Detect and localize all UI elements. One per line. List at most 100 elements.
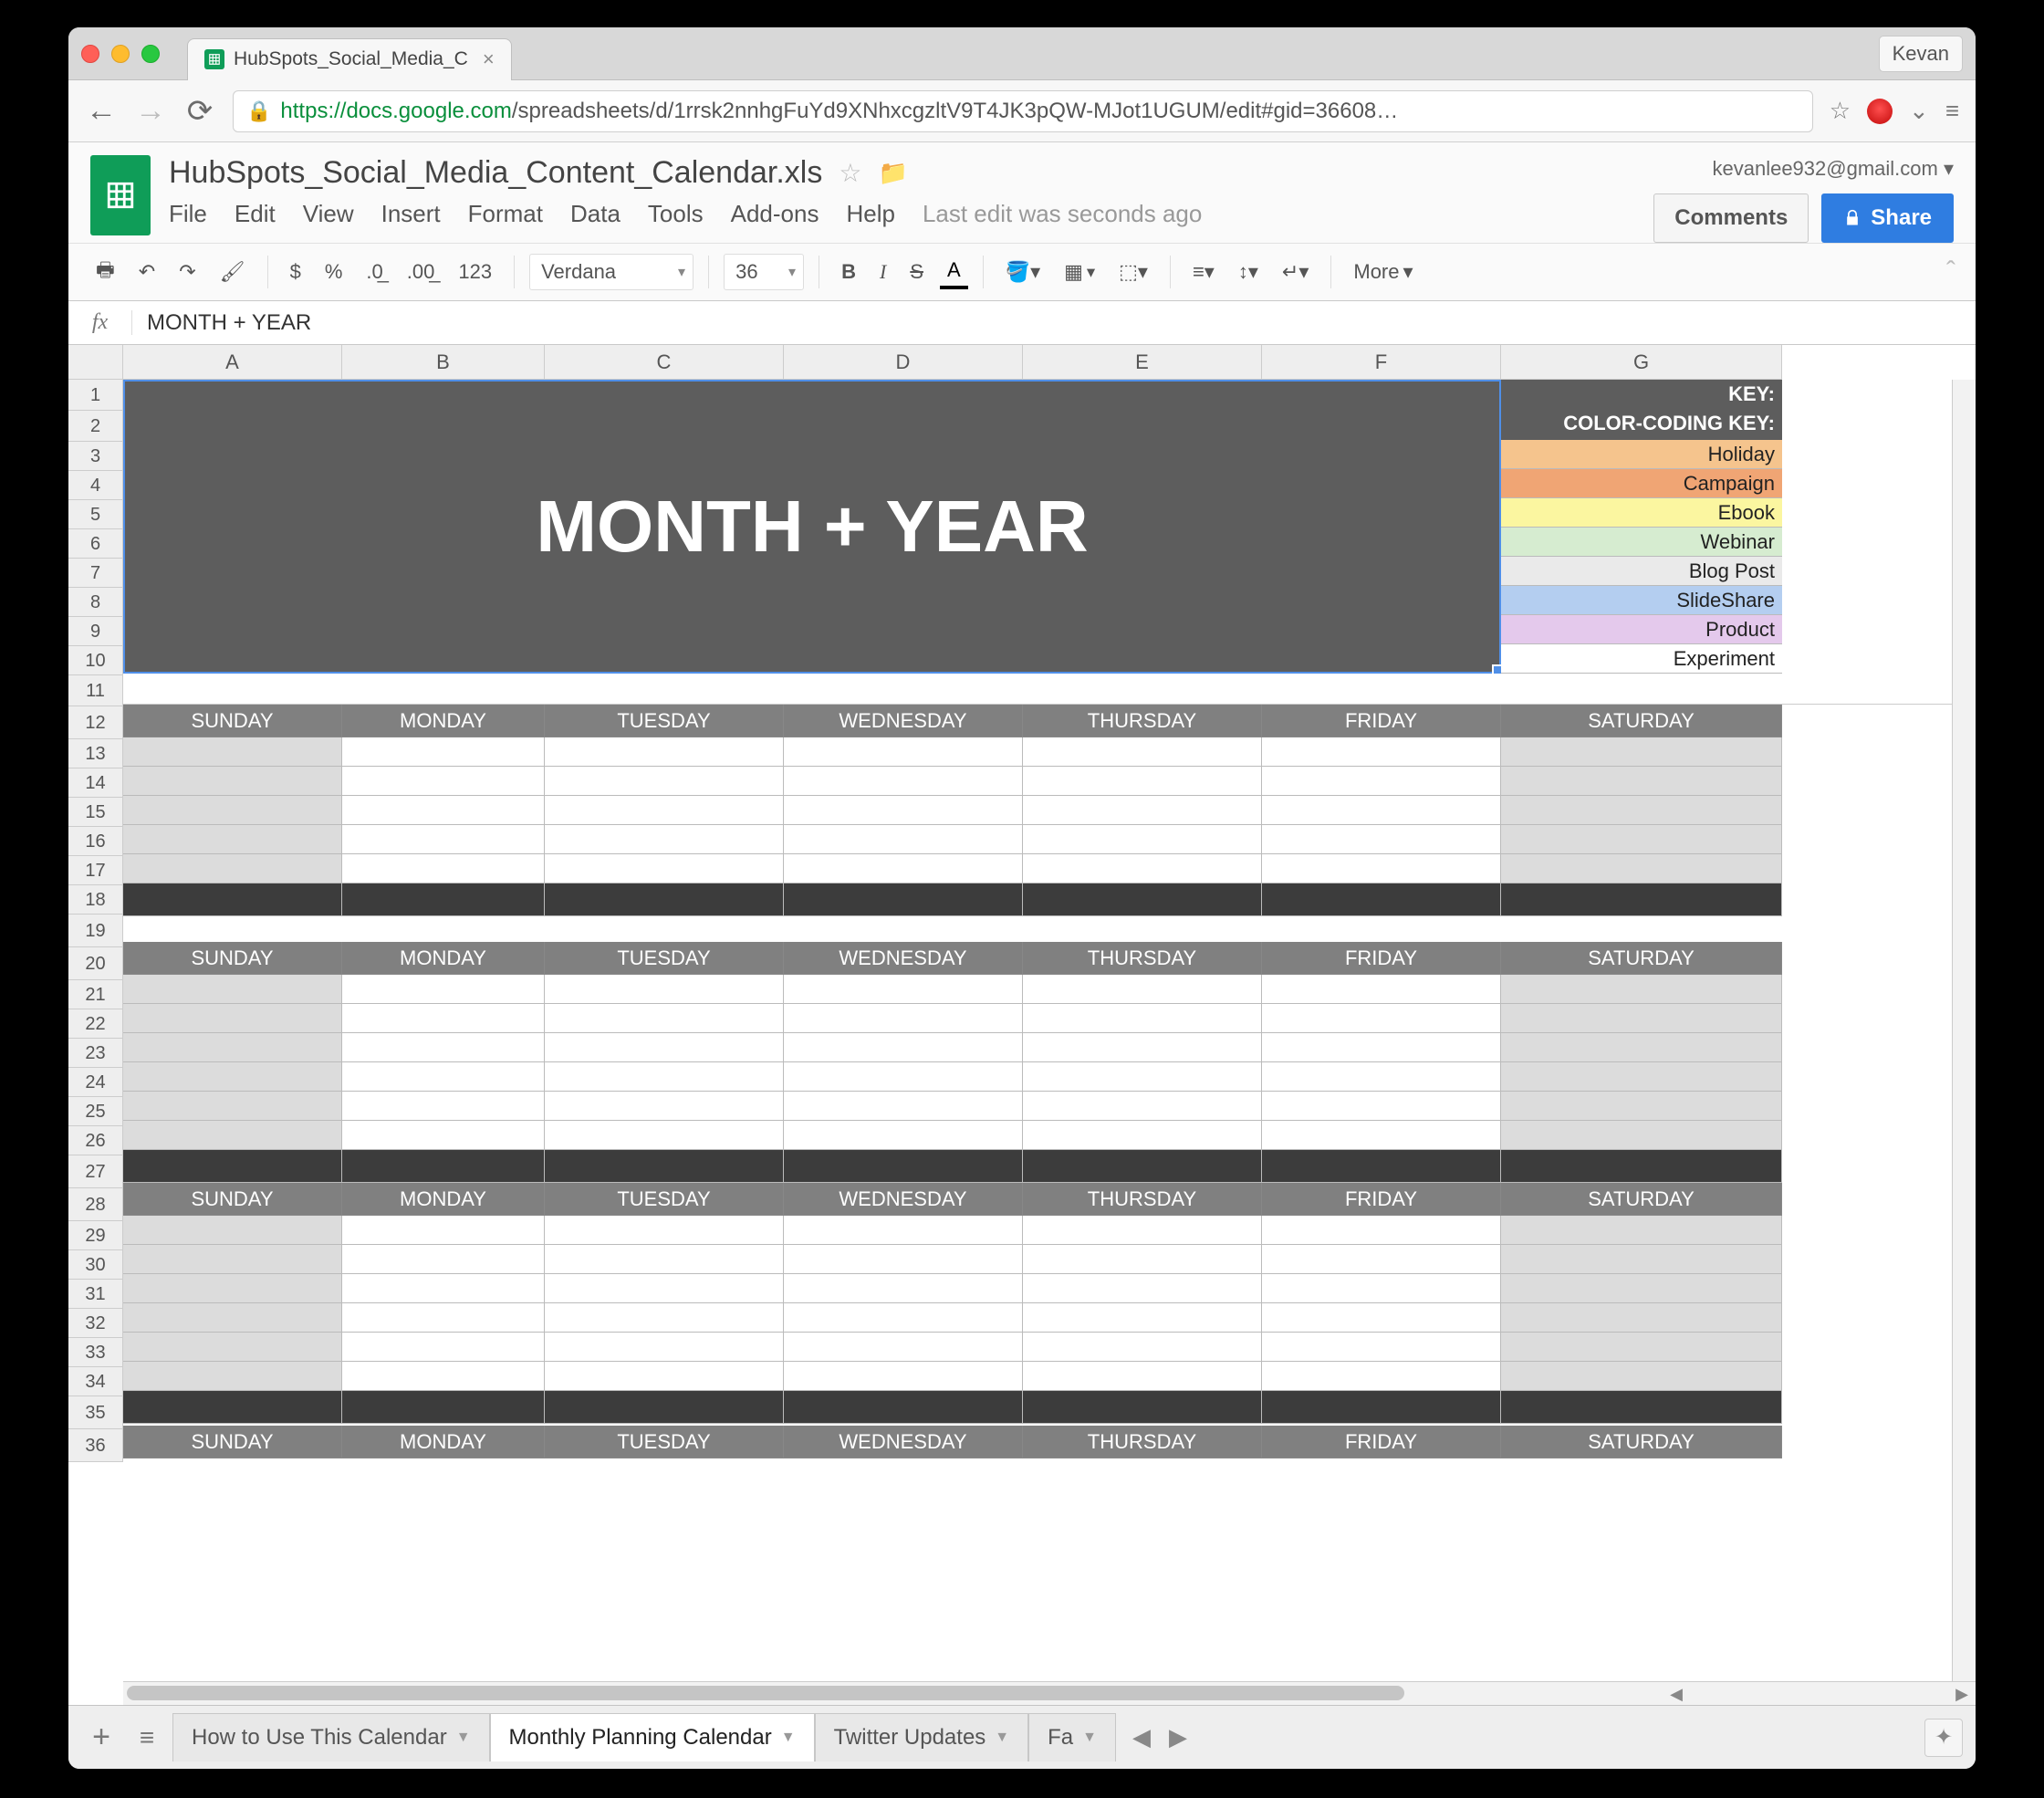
cell[interactable] bbox=[1262, 1362, 1501, 1391]
cell[interactable] bbox=[1023, 1274, 1262, 1303]
cell[interactable] bbox=[342, 796, 545, 825]
cell[interactable] bbox=[545, 1333, 784, 1362]
cell[interactable] bbox=[123, 1333, 342, 1362]
merge-cells-button[interactable]: ⬚▾ bbox=[1111, 255, 1155, 289]
bold-button[interactable]: B bbox=[834, 255, 863, 289]
cell[interactable] bbox=[1501, 1333, 1782, 1362]
print-icon[interactable]: 🖶 bbox=[89, 249, 122, 295]
cell[interactable] bbox=[1501, 825, 1782, 854]
cell[interactable] bbox=[1262, 854, 1501, 883]
currency-button[interactable]: $ bbox=[283, 255, 308, 289]
sheet-tab-menu-icon[interactable]: ▼ bbox=[1082, 1730, 1097, 1746]
cell[interactable] bbox=[1262, 1274, 1501, 1303]
cell[interactable] bbox=[784, 1274, 1023, 1303]
h-scroll-thumb[interactable] bbox=[127, 1686, 1404, 1700]
cell[interactable] bbox=[123, 767, 342, 796]
cell[interactable] bbox=[545, 1362, 784, 1391]
cell[interactable] bbox=[1023, 1333, 1262, 1362]
all-sheets-button[interactable]: ≡ bbox=[129, 1723, 165, 1752]
cell[interactable] bbox=[1023, 975, 1262, 1004]
cell[interactable] bbox=[342, 1216, 545, 1245]
cell[interactable] bbox=[1262, 1092, 1501, 1121]
cell[interactable] bbox=[1501, 796, 1782, 825]
row-header[interactable]: 29 bbox=[68, 1221, 123, 1250]
cell[interactable] bbox=[342, 854, 545, 883]
cell[interactable] bbox=[1023, 737, 1262, 767]
close-tab-icon[interactable]: × bbox=[483, 47, 495, 71]
cell[interactable] bbox=[784, 975, 1023, 1004]
row-header[interactable]: 19 bbox=[68, 915, 123, 947]
row-header[interactable]: 16 bbox=[68, 827, 123, 856]
cell[interactable] bbox=[1501, 1362, 1782, 1391]
document-title[interactable]: HubSpots_Social_Media_Content_Calendar.x… bbox=[169, 155, 822, 191]
cell[interactable] bbox=[784, 854, 1023, 883]
row-header[interactable]: 1 bbox=[68, 380, 123, 411]
sheet-nav-right-icon[interactable]: ▶ bbox=[1169, 1723, 1187, 1751]
title-cell[interactable]: MONTH + YEAR bbox=[123, 380, 1501, 674]
cell[interactable] bbox=[1501, 854, 1782, 883]
cell[interactable] bbox=[123, 975, 342, 1004]
row-header[interactable]: 4 bbox=[68, 471, 123, 500]
cell[interactable] bbox=[123, 1033, 342, 1062]
cell[interactable] bbox=[545, 767, 784, 796]
cell[interactable] bbox=[123, 737, 342, 767]
row-header[interactable]: 36 bbox=[68, 1429, 123, 1462]
menu-addons[interactable]: Add-ons bbox=[731, 200, 819, 228]
row-header[interactable]: 13 bbox=[68, 739, 123, 768]
horizontal-scrollbar[interactable]: ◀ ▶ bbox=[123, 1681, 1976, 1705]
cell[interactable] bbox=[1023, 1245, 1262, 1274]
cell[interactable] bbox=[545, 854, 784, 883]
h-scroll-left-icon[interactable]: ◀ bbox=[1663, 1682, 1690, 1705]
cell[interactable] bbox=[1501, 1303, 1782, 1333]
cell[interactable] bbox=[1023, 1121, 1262, 1150]
row-header[interactable]: 3 bbox=[68, 442, 123, 471]
cell[interactable] bbox=[123, 1303, 342, 1333]
h-align-button[interactable]: ≡▾ bbox=[1185, 255, 1222, 289]
cell[interactable] bbox=[342, 825, 545, 854]
row-header[interactable]: 22 bbox=[68, 1009, 123, 1039]
row-header[interactable]: 33 bbox=[68, 1338, 123, 1367]
sheet-tab-menu-icon[interactable]: ▼ bbox=[781, 1730, 796, 1746]
cell[interactable] bbox=[342, 1062, 545, 1092]
cell[interactable] bbox=[1501, 1092, 1782, 1121]
cell[interactable] bbox=[123, 796, 342, 825]
row-header[interactable]: 24 bbox=[68, 1068, 123, 1097]
cell[interactable] bbox=[545, 1004, 784, 1033]
cell[interactable] bbox=[784, 1216, 1023, 1245]
minimize-window-button[interactable] bbox=[111, 45, 130, 63]
cell[interactable] bbox=[1262, 975, 1501, 1004]
menu-edit[interactable]: Edit bbox=[235, 200, 276, 228]
cell[interactable] bbox=[123, 1245, 342, 1274]
select-all-corner[interactable] bbox=[68, 345, 123, 380]
cell[interactable] bbox=[342, 737, 545, 767]
cells-area[interactable]: MONTH + YEAR KEY: COLOR-CODING KEY: Holi… bbox=[123, 380, 1976, 1705]
sheet-tab[interactable]: Twitter Updates▼ bbox=[815, 1713, 1029, 1761]
cell[interactable] bbox=[545, 1033, 784, 1062]
sheet-tab[interactable]: How to Use This Calendar▼ bbox=[172, 1713, 490, 1761]
cell[interactable] bbox=[342, 767, 545, 796]
cell[interactable] bbox=[123, 854, 342, 883]
col-header[interactable]: B bbox=[342, 345, 545, 380]
cell[interactable] bbox=[1262, 737, 1501, 767]
cell[interactable] bbox=[342, 1092, 545, 1121]
text-color-button[interactable]: A bbox=[940, 255, 968, 289]
comments-button[interactable]: Comments bbox=[1653, 193, 1809, 243]
cell[interactable] bbox=[123, 1092, 342, 1121]
fill-color-button[interactable]: 🪣▾ bbox=[998, 255, 1048, 289]
cell[interactable] bbox=[342, 1274, 545, 1303]
forward-button[interactable]: → bbox=[134, 93, 167, 129]
cell[interactable] bbox=[545, 1092, 784, 1121]
italic-button[interactable]: I bbox=[872, 255, 893, 289]
row-header[interactable]: 32 bbox=[68, 1309, 123, 1338]
row-header[interactable]: 11 bbox=[68, 675, 123, 706]
row-header[interactable]: 12 bbox=[68, 706, 123, 739]
cell[interactable] bbox=[1262, 1033, 1501, 1062]
browser-profile-button[interactable]: Kevan bbox=[1879, 36, 1963, 72]
row-header[interactable]: 31 bbox=[68, 1280, 123, 1309]
browser-menu-icon[interactable]: ≡ bbox=[1945, 97, 1959, 125]
cell[interactable] bbox=[1501, 1245, 1782, 1274]
sheet-tab[interactable]: Monthly Planning Calendar▼ bbox=[490, 1713, 815, 1761]
cell[interactable] bbox=[784, 767, 1023, 796]
cell[interactable] bbox=[1023, 1004, 1262, 1033]
pocket-icon[interactable]: ⌄ bbox=[1909, 97, 1929, 125]
